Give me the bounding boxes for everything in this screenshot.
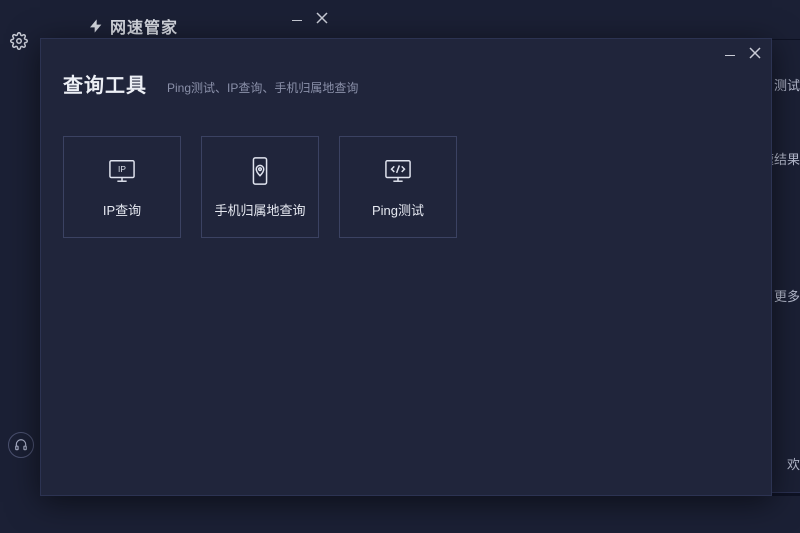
modal-minimize-button[interactable] (725, 55, 735, 56)
tile-label: 手机归属地查询 (214, 200, 305, 219)
app-logo: 网速管家 (88, 14, 178, 38)
query-tools-dialog: 查询工具 Ping测试、IP查询、手机归属地查询 IP IP查询 (40, 38, 772, 496)
modal-header: 查询工具 Ping测试、IP查询、手机归属地查询 (41, 39, 771, 98)
modal-subtitle: Ping测试、IP查询、手机归属地查询 (167, 79, 358, 96)
app-name: 网速管家 (110, 14, 178, 38)
tile-label: Ping测试 (372, 200, 424, 219)
bg-close-button[interactable] (316, 12, 328, 24)
settings-button[interactable] (10, 32, 28, 50)
bolt-icon (88, 16, 104, 36)
bg-sidebar-text-3: 更多 (774, 286, 800, 305)
bg-sidebar-text-1: 测试 (774, 75, 800, 94)
help-button[interactable] (8, 432, 34, 458)
tool-tiles: IP IP查询 手机归属地查询 (41, 98, 771, 238)
bg-minimize-button[interactable] (292, 20, 302, 21)
ping-code-icon (383, 156, 413, 186)
tile-phone-location[interactable]: 手机归属地查询 (201, 136, 319, 238)
tile-label: IP查询 (103, 200, 141, 219)
ip-monitor-icon: IP (107, 156, 137, 186)
gear-icon (10, 32, 28, 50)
tile-ip-query[interactable]: IP IP查询 (63, 136, 181, 238)
modal-window-controls (725, 47, 761, 59)
modal-close-button[interactable] (749, 47, 761, 59)
bg-sidebar-text-4: 欢 (787, 454, 800, 473)
phone-location-icon (248, 156, 272, 186)
tile-ping-test[interactable]: Ping测试 (339, 136, 457, 238)
headset-icon (14, 438, 28, 452)
svg-text:IP: IP (118, 163, 126, 173)
modal-title: 查询工具 (63, 69, 147, 98)
bg-window-controls (292, 12, 328, 24)
